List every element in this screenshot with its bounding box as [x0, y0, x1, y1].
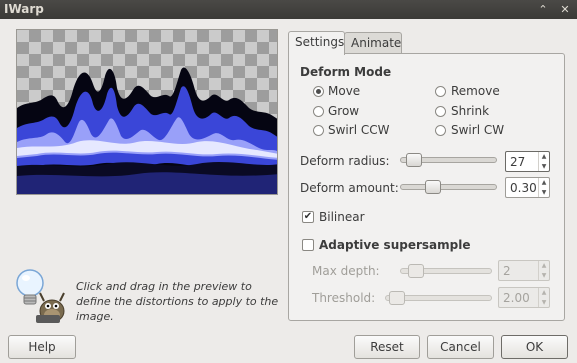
threshold-label: Threshold: [312, 291, 376, 305]
deform-amount-input[interactable] [506, 178, 539, 197]
max-depth-slider-thumb [408, 264, 424, 278]
radio-grow-label[interactable]: Grow [328, 104, 359, 118]
spin-up-icon[interactable]: ▲ [539, 178, 549, 187]
window-title: IWarp [4, 2, 44, 16]
deform-radius-slider-thumb[interactable] [406, 153, 422, 167]
radio-swirl-ccw-label[interactable]: Swirl CCW [328, 123, 389, 137]
tab-settings[interactable]: Settings [288, 31, 345, 55]
tab-animate[interactable]: Animate [344, 32, 402, 54]
deform-radius-spinbutton[interactable]: ▲ ▼ [505, 151, 550, 172]
radio-shrink-label[interactable]: Shrink [451, 104, 489, 118]
spin-down-icon: ▼ [541, 272, 547, 279]
spin-up-icon: ▲ [541, 262, 547, 269]
preview-area[interactable] [16, 29, 278, 195]
radio-shrink[interactable] [435, 106, 446, 117]
reset-button[interactable]: Reset [354, 335, 420, 359]
adaptive-supersample-label[interactable]: Adaptive supersample [319, 238, 470, 252]
max-depth-input [499, 261, 539, 280]
bilinear-label[interactable]: Bilinear [319, 210, 365, 224]
preview-image [17, 67, 277, 194]
deform-amount-label: Deform amount: [300, 181, 399, 195]
deform-amount-slider-thumb[interactable] [425, 180, 441, 194]
deform-radius-label: Deform radius: [300, 154, 390, 168]
deform-amount-slider[interactable] [400, 180, 497, 194]
spin-up-icon[interactable]: ▲ [539, 152, 549, 161]
bilinear-checkbox[interactable]: ✔ [302, 211, 314, 223]
deform-amount-spinbutton[interactable]: ▲ ▼ [505, 177, 550, 198]
deform-radius-spin-buttons[interactable]: ▲ ▼ [538, 152, 549, 171]
radio-swirl-cw[interactable] [435, 125, 446, 136]
max-depth-spin-buttons: ▲ ▼ [538, 261, 549, 280]
deform-radius-input[interactable] [506, 152, 539, 171]
deform-radius-slider[interactable] [400, 153, 497, 167]
radio-move[interactable] [313, 86, 324, 97]
spin-down-icon[interactable]: ▼ [539, 188, 549, 197]
radio-remove[interactable] [435, 86, 446, 97]
max-depth-spinbutton: ▲ ▼ [498, 260, 550, 281]
ok-button[interactable]: OK [501, 335, 568, 359]
threshold-spin-buttons: ▲ ▼ [538, 288, 549, 307]
radio-swirl-ccw[interactable] [313, 125, 324, 136]
spin-down-icon: ▼ [541, 299, 547, 306]
max-depth-label: Max depth: [312, 264, 380, 278]
threshold-spinbutton: ▲ ▼ [498, 287, 550, 308]
deform-amount-spin-buttons[interactable]: ▲ ▼ [538, 178, 549, 197]
roll-up-icon[interactable]: ⌃ [535, 1, 551, 17]
radio-swirl-cw-label[interactable]: Swirl CW [451, 123, 504, 137]
threshold-slider [385, 291, 492, 305]
radio-remove-label[interactable]: Remove [451, 84, 500, 98]
lightbulb-tip-icon [14, 267, 66, 325]
max-depth-slider [400, 264, 492, 278]
hint-text: Click and drag in the preview to define … [76, 280, 279, 323]
radio-move-label[interactable]: Move [328, 84, 360, 98]
threshold-slider-thumb [389, 291, 405, 305]
radio-grow[interactable] [313, 106, 324, 117]
close-icon[interactable]: ✕ [557, 1, 573, 17]
adaptive-supersample-checkbox[interactable] [302, 239, 314, 251]
title-bar: IWarp ⌃ ✕ [0, 0, 577, 19]
deform-mode-heading: Deform Mode [300, 65, 392, 79]
help-button[interactable]: Help [8, 335, 76, 359]
cancel-button[interactable]: Cancel [427, 335, 494, 359]
spin-up-icon: ▲ [541, 289, 547, 296]
spin-down-icon[interactable]: ▼ [539, 162, 549, 171]
threshold-input [499, 288, 539, 307]
